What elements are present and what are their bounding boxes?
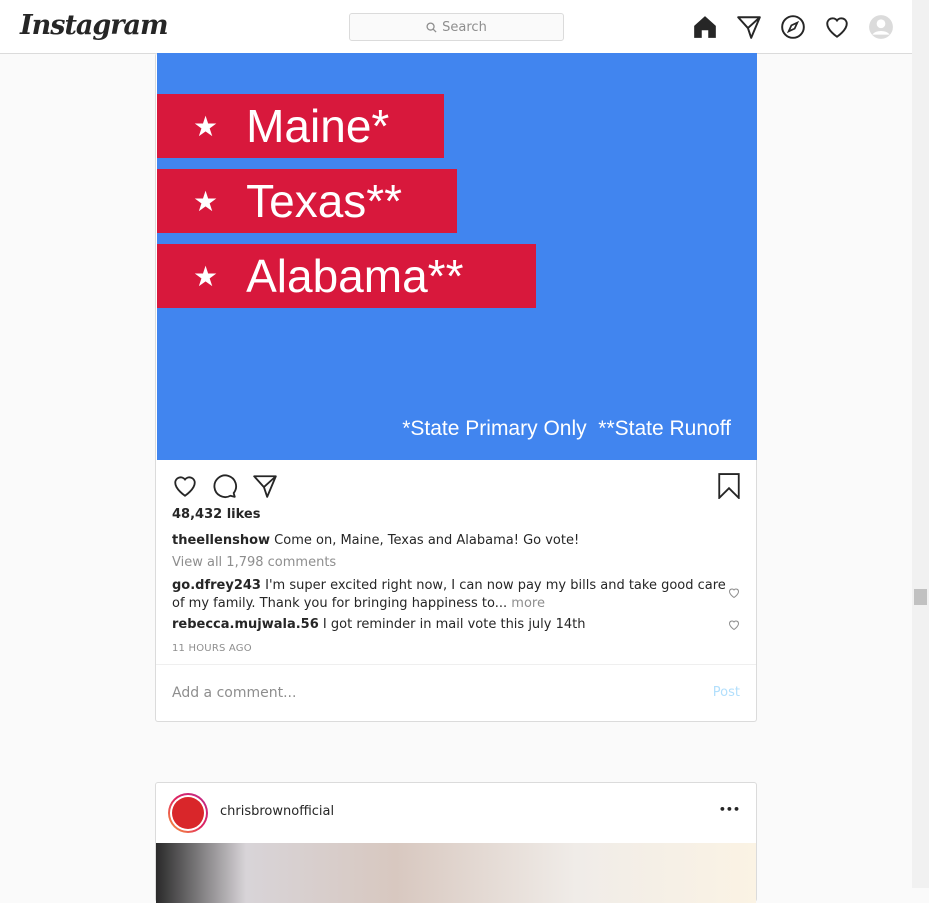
feed-post: chrisbrownofficial ••• [155, 782, 757, 903]
profile-avatar-icon[interactable] [868, 14, 894, 40]
banner-text: Texas** [246, 175, 403, 227]
banner: ★ Texas** [157, 169, 457, 233]
explore-icon[interactable] [780, 14, 806, 40]
like-heart-icon[interactable] [172, 473, 198, 499]
comment-user[interactable]: rebecca.mujwala.56 [172, 617, 319, 632]
comment-user[interactable]: go.dfrey243 [172, 578, 261, 593]
search-placeholder: Search [442, 19, 487, 35]
comment-like-icon[interactable] [728, 619, 740, 631]
search-icon [426, 21, 437, 33]
post-image[interactable] [156, 843, 756, 903]
comment: go.dfrey243 I'm super excited right now,… [172, 577, 728, 613]
post-timestamp[interactable]: 11 HOURS AGO [172, 643, 252, 654]
instagram-logo[interactable]: Instagram [20, 10, 169, 41]
scrollbar[interactable] [912, 0, 929, 888]
scrollbar-thumb[interactable] [914, 589, 927, 605]
home-icon[interactable] [692, 14, 718, 40]
top-nav: Instagram Search [0, 0, 912, 54]
post-username[interactable]: chrisbrownofficial [220, 804, 334, 819]
star-icon: ★ [193, 260, 219, 292]
comment-text: I got reminder in mail vote this july 14… [322, 617, 586, 632]
banner: ★ Maine* [157, 94, 444, 158]
banner-text: Alabama** [246, 250, 464, 302]
bookmark-icon[interactable] [716, 473, 742, 501]
image-footnote: *State Primary Only **State Runoff [402, 417, 731, 440]
more-link[interactable]: more [511, 596, 545, 611]
feed-post: ★ Maine* ★ Texas** ★ Alabama** *State Prima… [155, 53, 757, 722]
activity-heart-icon[interactable] [824, 14, 850, 40]
avatar[interactable] [168, 793, 208, 833]
caption-user[interactable]: theellenshow [172, 533, 270, 548]
post-comment-button[interactable]: Post [713, 685, 740, 700]
star-icon: ★ [193, 110, 219, 142]
caption: theellenshow Come on, Maine, Texas and A… [172, 533, 579, 548]
add-comment-input[interactable]: Add a comment... [172, 685, 296, 701]
share-icon[interactable] [252, 473, 278, 499]
comment-icon[interactable] [212, 473, 238, 499]
comment-like-icon[interactable] [728, 587, 740, 599]
comment: rebecca.mujwala.56 I got reminder in mai… [172, 617, 586, 632]
banner-text: Maine* [246, 100, 390, 152]
post-image[interactable]: ★ Maine* ★ Texas** ★ Alabama** *State Prima… [157, 53, 757, 460]
search-input[interactable]: Search [349, 13, 564, 41]
likes-count[interactable]: 48,432 likes [172, 507, 260, 522]
caption-text: Come on, Maine, Texas and Alabama! Go vo… [274, 533, 580, 548]
more-options-icon[interactable]: ••• [719, 803, 740, 816]
view-all-comments-link[interactable]: View all 1,798 comments [172, 555, 336, 570]
star-icon: ★ [193, 185, 219, 217]
direct-icon[interactable] [736, 14, 762, 40]
banner: ★ Alabama** [157, 244, 536, 308]
